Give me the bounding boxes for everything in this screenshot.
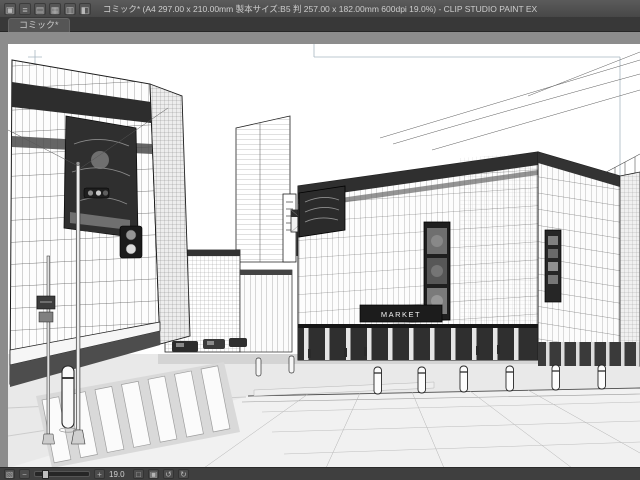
rotate-left-icon[interactable]: ↺ [163, 469, 174, 479]
window-title: コミック* (A4 297.00 x 210.00mm 製本サイズ:B5 判 2… [102, 3, 538, 14]
canvas-area: MARKET [0, 32, 640, 468]
actual-size-icon[interactable]: ▣ [148, 469, 159, 479]
title-bar: ▣ ≡ ▤ ▦ ▥ ◧ コミック* (A4 297.00 x 210.00mm … [0, 0, 640, 18]
settings-icon[interactable]: ◧ [79, 2, 91, 15]
menu-icon[interactable]: ≡ [19, 2, 31, 15]
document-tab-bar: コミック* [0, 17, 640, 32]
titlebar-icon-strip: ▣ ≡ ▤ ▦ ▥ ◧ [4, 2, 91, 15]
zoom-value: 19.0 [109, 469, 125, 479]
app-window: ▣ ≡ ▤ ▦ ▥ ◧ コミック* (A4 297.00 x 210.00mm … [0, 0, 640, 480]
fit-screen-icon[interactable]: □ [133, 469, 144, 479]
canvas-page[interactable]: MARKET [8, 44, 640, 468]
right-building [537, 151, 640, 367]
zoom-in-icon[interactable]: + [94, 469, 105, 479]
traffic-pole [75, 163, 81, 431]
zoom-out-icon[interactable]: − [19, 469, 30, 479]
document-tab[interactable]: コミック* [8, 18, 70, 32]
artwork-cityscape: MARKET [8, 44, 640, 468]
panel-icon[interactable]: ▤ [34, 2, 46, 15]
zoom-slider[interactable] [34, 470, 90, 479]
traffic-signal [83, 187, 110, 199]
app-icon[interactable]: ▣ [4, 2, 16, 15]
storefront-sign-text: MARKET [381, 310, 421, 319]
power-lines [379, 51, 640, 151]
grid-icon[interactable]: ▦ [49, 2, 61, 15]
center-building: MARKET [297, 151, 539, 361]
rotate-right-icon[interactable]: ↻ [178, 469, 189, 479]
left-tower [9, 59, 191, 387]
document-tab-label: コミック* [19, 20, 59, 30]
layers-icon[interactable]: ▥ [64, 2, 76, 15]
storefront-colonnade [298, 328, 538, 360]
navigator-icon[interactable]: ▧ [4, 469, 15, 479]
zoom-slider-thumb[interactable] [42, 470, 49, 479]
tower-billboard [63, 115, 139, 239]
status-bar: ▧ − + 19.0 □ ▣ ↺ ↻ [0, 467, 640, 480]
